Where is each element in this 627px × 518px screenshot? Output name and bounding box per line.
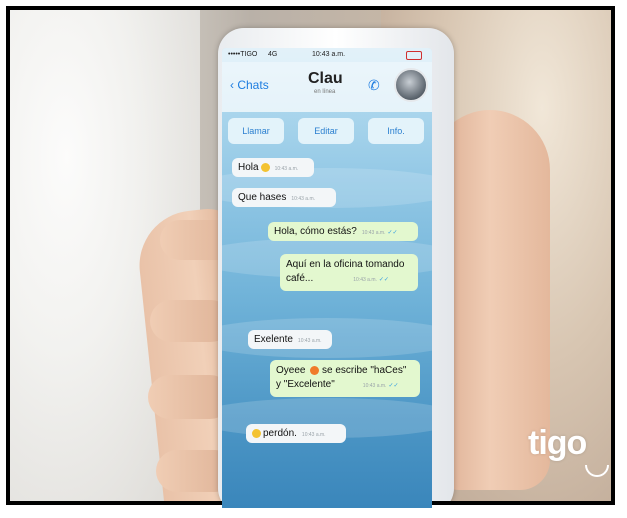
message-incoming: Hola 10:43 a.m. bbox=[232, 158, 314, 177]
message-time: 10:43 a.m. bbox=[297, 338, 322, 344]
edit-button[interactable]: Editar bbox=[298, 118, 354, 144]
message-text: Hola, cómo estás? bbox=[274, 226, 357, 237]
tigo-logo: tigo bbox=[528, 424, 587, 462]
message-text: Exelente bbox=[254, 334, 293, 345]
message-text-line: Aquí en la oficina tomando bbox=[286, 259, 405, 270]
message-text: Que hases bbox=[238, 192, 287, 203]
angry-emoji-icon bbox=[310, 365, 320, 375]
message-text: se escribe "haCes" bbox=[322, 365, 407, 376]
message-time: 10:43 a.m. bbox=[291, 196, 316, 202]
message-incoming: perdón. 10:43 a.m. bbox=[246, 424, 346, 443]
message-text: Oyeee bbox=[276, 365, 306, 376]
back-label: Chats bbox=[237, 78, 269, 92]
read-ticks-icon: ✓✓ bbox=[378, 277, 389, 283]
message-time: 10:43 a.m. bbox=[274, 166, 299, 172]
chat-header: ‹ Chats Clau en línea ✆ bbox=[222, 62, 432, 112]
message-time: 10:43 a.m. bbox=[353, 277, 377, 283]
contact-status: en línea bbox=[314, 89, 336, 95]
avatar[interactable] bbox=[394, 68, 428, 102]
status-bar: •••••TIGO 4G 10:43 a.m. bbox=[222, 48, 432, 62]
blush-emoji-icon bbox=[252, 428, 261, 438]
phone-screen: •••••TIGO 4G 10:43 a.m. ‹ Chats Clau en … bbox=[222, 48, 432, 508]
action-bar: Llamar Editar Info. bbox=[222, 118, 432, 148]
battery-icon bbox=[406, 51, 422, 60]
smile-emoji-icon bbox=[260, 162, 270, 172]
message-time: 10:43 a.m. bbox=[301, 432, 326, 438]
message-outgoing: Oyeee se escribe "haCes" y "Excelente" 10… bbox=[270, 360, 420, 397]
phone-call-icon[interactable]: ✆ bbox=[368, 77, 380, 94]
call-button[interactable]: Llamar bbox=[228, 118, 284, 144]
chevron-left-icon: ‹ bbox=[230, 78, 234, 92]
message-text: Hola bbox=[238, 162, 259, 173]
message-incoming: Que hases 10:43 a.m. bbox=[232, 188, 336, 207]
contact-name[interactable]: Clau bbox=[308, 70, 343, 88]
back-button[interactable]: ‹ Chats bbox=[230, 78, 269, 92]
read-ticks-icon: ✓✓ bbox=[388, 383, 399, 389]
message-text-line: y "Excelente" bbox=[276, 379, 335, 390]
message-time: 10:43 a.m. bbox=[361, 230, 386, 236]
info-button[interactable]: Info. bbox=[368, 118, 424, 144]
carrier-label: •••••TIGO bbox=[228, 51, 258, 58]
message-outgoing: Hola, cómo estás? 10:43 a.m. ✓✓ bbox=[268, 222, 418, 241]
message-text-line: café... bbox=[286, 273, 314, 284]
message-time: 10:43 a.m. bbox=[362, 383, 387, 389]
message-text: perdón. bbox=[263, 428, 297, 439]
message-incoming: Exelente 10:43 a.m. bbox=[248, 330, 332, 349]
clock: 10:43 a.m. bbox=[312, 51, 346, 58]
network-label: 4G bbox=[268, 51, 278, 58]
message-outgoing: Aquí en la oficina tomando café... 10:43 … bbox=[280, 254, 418, 291]
read-ticks-icon: ✓✓ bbox=[387, 230, 398, 236]
